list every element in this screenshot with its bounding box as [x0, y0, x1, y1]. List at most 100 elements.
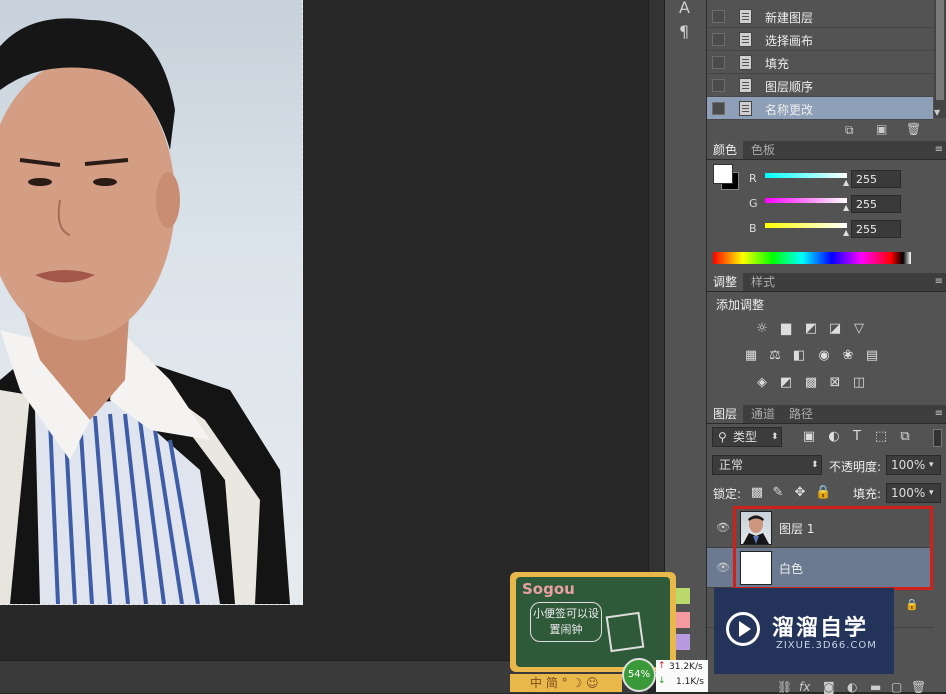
search-icon: ⚲ — [718, 430, 727, 444]
network-speed-box: ↑ 31.2K/s ↓ 1.1K/s — [656, 660, 708, 692]
lock-image-brush-icon[interactable]: ✎ — [771, 486, 785, 500]
filter-toggle-switch[interactable] — [933, 429, 942, 447]
posterize-icon[interactable]: ◩ — [779, 376, 793, 390]
adjustments-panel: 添加调整 ☼ ▆ ◩ ◪ ▽ ▦ ⚖ ◧ ◉ ❀ ▤ ◈ ◩ ▩ ⊠ ◫ — [707, 292, 946, 404]
opacity-input[interactable]: 100% ▾ — [886, 455, 941, 475]
side-tab-purple[interactable] — [676, 634, 690, 650]
threshold-icon[interactable]: ▩ — [804, 376, 818, 390]
history-doc-icon — [739, 101, 752, 116]
black-white-icon[interactable]: ◧ — [792, 349, 806, 363]
character-panel-icon[interactable]: A — [679, 0, 690, 17]
tab-color[interactable]: 颜色 — [707, 141, 744, 159]
color-panel: R ▲ 255 G ▲ 255 B ▲ 255 — [707, 160, 946, 272]
filter-smart-object-icon[interactable]: ⧉ — [898, 430, 912, 444]
green-channel-label: G — [749, 197, 758, 210]
invert-icon[interactable]: ◈ — [755, 376, 769, 390]
history-doc-icon — [739, 32, 752, 47]
tab-paths[interactable]: 路径 — [783, 405, 819, 423]
lock-position-icon[interactable]: ✥ — [793, 486, 807, 500]
channel-mixer-icon[interactable]: ❀ — [841, 349, 855, 363]
tab-adjustments[interactable]: 调整 — [707, 273, 744, 291]
history-snapshot-checkbox[interactable] — [712, 56, 725, 69]
chevron-down-icon[interactable]: ▾ — [929, 456, 934, 474]
hue-saturation-icon[interactable]: ▦ — [744, 349, 758, 363]
side-tab-pink[interactable] — [676, 612, 690, 628]
slider-handle-icon[interactable]: ▲ — [843, 178, 849, 187]
filter-shape-icon[interactable]: ⬚ — [874, 430, 888, 444]
side-tab-green[interactable] — [676, 588, 690, 604]
red-value-input[interactable]: 255 — [851, 170, 901, 188]
history-snapshot-checkbox[interactable] — [712, 102, 725, 115]
color-balance-icon[interactable]: ⚖ — [768, 349, 782, 363]
paragraph-panel-icon[interactable]: ¶ — [679, 22, 689, 41]
history-item[interactable]: 图层顺序 — [707, 74, 933, 97]
fill-input[interactable]: 100% ▾ — [886, 483, 941, 503]
levels-icon[interactable]: ▆ — [779, 322, 793, 336]
visibility-eye-icon[interactable]: 👁 — [716, 521, 730, 534]
history-snapshot-checkbox[interactable] — [712, 10, 725, 23]
history-doc-icon — [739, 9, 752, 24]
mascot-icon — [605, 611, 645, 653]
brightness-contrast-icon[interactable]: ☼ — [755, 322, 769, 336]
history-item[interactable]: 新建图层 — [707, 5, 933, 28]
history-scroll-thumb[interactable] — [936, 0, 944, 100]
chevron-down-icon[interactable]: ▾ — [929, 484, 934, 502]
network-meter[interactable]: 54% — [622, 658, 656, 692]
sogou-input-widget[interactable]: Sogou 小便签可以设置闹钟 中 简 ° ☽ ☺ 54% ↑ 31.2K/s … — [510, 572, 708, 692]
slider-handle-icon[interactable]: ▲ — [843, 228, 849, 237]
upload-arrow-icon: ↑ — [658, 661, 666, 671]
panel-menu-icon[interactable]: ≡ — [935, 408, 943, 419]
color-lookup-icon[interactable]: ▤ — [865, 349, 879, 363]
history-snapshot-checkbox[interactable] — [712, 33, 725, 46]
watermark-title: 溜溜自学 — [772, 616, 869, 641]
panel-menu-icon[interactable]: ≡ — [935, 144, 943, 155]
tab-swatches[interactable]: 色板 — [745, 141, 781, 159]
ime-status-bar[interactable]: 中 简 ° ☽ ☺ — [510, 674, 622, 692]
canvas-vertical-scrollbar[interactable] — [648, 0, 665, 660]
gradient-map-icon[interactable]: ◫ — [852, 376, 866, 390]
exposure-icon[interactable]: ◪ — [828, 322, 842, 336]
add-adjustment-label: 添加调整 — [716, 298, 765, 312]
blue-value-input[interactable]: 255 — [851, 220, 901, 238]
scroll-down-arrow-icon[interactable]: ▼ — [934, 108, 940, 117]
lock-transparent-icon[interactable]: ▩ — [750, 486, 764, 500]
blue-slider[interactable] — [765, 223, 847, 228]
new-document-from-state-icon[interactable]: ⧉ — [845, 123, 861, 137]
camera-snapshot-icon[interactable]: ▣ — [876, 122, 892, 136]
vibrance-icon[interactable]: ▽ — [852, 322, 866, 336]
history-item[interactable]: 填充 — [707, 51, 933, 74]
filter-pixel-icon[interactable]: ▣ — [802, 430, 816, 444]
history-snapshot-checkbox[interactable] — [712, 79, 725, 92]
tab-styles[interactable]: 样式 — [745, 273, 781, 291]
selective-color-icon[interactable]: ⊠ — [828, 376, 842, 390]
slider-handle-icon[interactable]: ▲ — [843, 203, 849, 212]
history-item-label: 图层顺序 — [765, 80, 814, 94]
curves-icon[interactable]: ◩ — [804, 322, 818, 336]
layer-filter-select[interactable]: ⚲ 类型 ⬍ — [712, 427, 782, 447]
blend-mode-select[interactable]: 正常 ⬍ — [712, 455, 822, 475]
history-item-selected[interactable]: 名称更改 — [707, 97, 933, 120]
tab-layers[interactable]: 图层 — [707, 405, 744, 423]
red-slider[interactable] — [765, 173, 847, 178]
history-item-label: 新建图层 — [765, 11, 814, 25]
upload-speed: 31.2K/s — [669, 662, 703, 672]
filter-type-icon[interactable]: T — [850, 430, 864, 444]
visibility-eye-icon[interactable]: 👁 — [716, 561, 730, 574]
red-channel-label: R — [749, 172, 757, 185]
foreground-color-swatch[interactable] — [713, 164, 733, 184]
filter-adjustment-icon[interactable]: ◐ — [827, 430, 841, 444]
trash-icon[interactable]: 🗑 — [906, 122, 921, 136]
chevron-updown-icon: ⬍ — [771, 432, 779, 442]
document-canvas[interactable] — [0, 0, 648, 660]
blend-mode-value: 正常 — [719, 458, 744, 472]
lock-all-icon[interactable]: 🔒 — [815, 486, 831, 500]
green-value-input[interactable]: 255 — [851, 195, 901, 213]
panel-menu-icon[interactable]: ≡ — [935, 276, 943, 287]
green-slider[interactable] — [765, 198, 847, 203]
tab-channels[interactable]: 通道 — [745, 405, 781, 423]
photo-filter-icon[interactable]: ◉ — [817, 349, 831, 363]
adjust-panel-tabs: 调整 样式 ≡ — [707, 273, 946, 292]
fill-label: 填充: — [853, 487, 882, 501]
color-spectrum-ramp[interactable] — [713, 252, 911, 264]
history-item[interactable]: 选择画布 — [707, 28, 933, 51]
